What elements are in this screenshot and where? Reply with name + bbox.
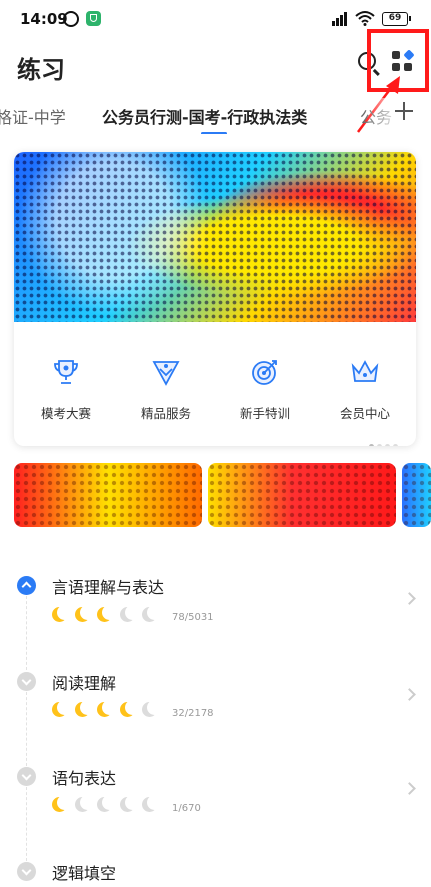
chapter-progress: 32/2178 bbox=[172, 708, 214, 719]
category-tabs: 格证-中学 公务员行测-国考-行政执法类 公务 bbox=[0, 98, 431, 134]
promo-strip-3[interactable] bbox=[402, 463, 431, 527]
moon-icon bbox=[142, 605, 162, 622]
signal-icon bbox=[330, 10, 350, 26]
moon-icon bbox=[97, 605, 117, 622]
moon-icon bbox=[74, 605, 95, 622]
chapter-progress: 1/670 bbox=[172, 803, 201, 814]
moon-icon bbox=[142, 700, 162, 717]
expand-icon[interactable] bbox=[17, 672, 36, 691]
quick-action-newbie-training[interactable]: 新手特训 bbox=[225, 357, 305, 422]
tab-active-indicator bbox=[201, 132, 227, 134]
chapter-item[interactable]: 语句表达 1/670 bbox=[0, 762, 431, 842]
moon-icon bbox=[52, 605, 72, 622]
quick-actions: 模考大赛 精品服务 新手特训 会员中心 bbox=[14, 357, 416, 427]
moon-icon bbox=[74, 700, 95, 717]
wifi-icon bbox=[355, 11, 375, 26]
moon-icon bbox=[97, 700, 117, 717]
quick-action-premium-service[interactable]: 精品服务 bbox=[126, 357, 206, 422]
quick-action-label: 模考大赛 bbox=[40, 406, 91, 421]
moon-icon bbox=[142, 795, 162, 812]
carousel-dots bbox=[369, 434, 401, 446]
shield-icon bbox=[86, 11, 101, 26]
crown-icon bbox=[351, 360, 379, 382]
chapter-item[interactable]: 阅读理解 32/2178 bbox=[0, 666, 431, 746]
page-title: 练习 bbox=[17, 56, 65, 84]
chapter-progress: 78/5031 bbox=[172, 612, 214, 623]
moon-icon bbox=[97, 795, 117, 812]
quick-action-mock-exam[interactable]: 模考大赛 bbox=[26, 357, 106, 422]
chapter-item[interactable]: 逻辑填空 bbox=[0, 857, 431, 887]
status-time: 14:09 bbox=[20, 10, 68, 28]
trophy-icon bbox=[54, 360, 78, 384]
moon-icon bbox=[119, 700, 140, 717]
moon-icon bbox=[119, 795, 140, 812]
chevron-right-icon[interactable] bbox=[403, 592, 416, 605]
moon-icon bbox=[74, 795, 95, 812]
alarm-icon bbox=[63, 11, 79, 27]
moon-icon bbox=[119, 605, 140, 622]
badge-icon bbox=[152, 361, 180, 386]
chapter-title: 逻辑填空 bbox=[52, 864, 117, 883]
target-icon bbox=[252, 360, 277, 385]
difficulty-rating bbox=[52, 605, 165, 623]
moon-icon bbox=[52, 795, 72, 812]
difficulty-rating bbox=[52, 700, 165, 718]
plus-icon[interactable] bbox=[394, 101, 414, 121]
expand-icon[interactable] bbox=[17, 767, 36, 786]
chevron-right-icon[interactable] bbox=[403, 782, 416, 795]
tab-qualification-middle-school[interactable]: 格证-中学 bbox=[0, 104, 66, 128]
quick-action-label: 新手特训 bbox=[239, 406, 290, 421]
promo-strip-2[interactable] bbox=[208, 463, 396, 527]
moon-icon bbox=[52, 700, 72, 717]
collapse-icon[interactable] bbox=[17, 576, 36, 595]
tab-civil-service-national[interactable]: 公务员行测-国考-行政执法类 bbox=[102, 104, 307, 128]
difficulty-rating bbox=[52, 795, 165, 813]
promo-banner[interactable] bbox=[14, 152, 416, 322]
quick-action-label: 会员中心 bbox=[339, 406, 390, 421]
chevron-right-icon[interactable] bbox=[403, 688, 416, 701]
chapter-title: 语句表达 bbox=[52, 769, 117, 788]
quick-action-label: 精品服务 bbox=[140, 406, 191, 421]
feature-card: 模考大赛 精品服务 新手特训 会员中心 bbox=[14, 152, 416, 446]
chapter-item[interactable]: 言语理解与表达 78/5031 bbox=[0, 570, 431, 650]
promo-strip-1[interactable] bbox=[14, 463, 202, 527]
chapter-title: 阅读理解 bbox=[52, 674, 117, 693]
quick-action-member-center[interactable]: 会员中心 bbox=[325, 357, 405, 422]
battery-indicator: 69 bbox=[382, 12, 411, 26]
chapter-title: 言语理解与表达 bbox=[52, 578, 165, 597]
expand-icon[interactable] bbox=[17, 862, 36, 881]
